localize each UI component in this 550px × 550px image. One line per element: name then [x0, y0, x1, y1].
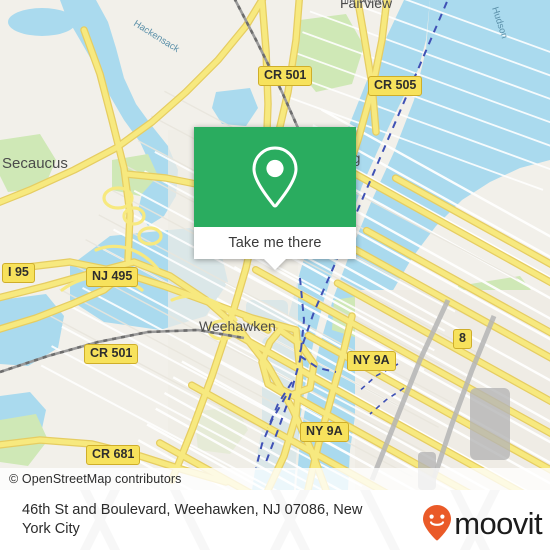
callout-header [194, 127, 356, 227]
map-pin-icon [252, 146, 298, 208]
moovit-logo[interactable]: moovit [422, 504, 543, 542]
callout-tail [264, 259, 286, 270]
map-share-card: Hackensack Hudson Secaucus Weehawken Fai… [0, 0, 550, 550]
moovit-smiley-pin-icon [423, 505, 452, 541]
address-text: 46th St and Boulevard, Weehawken, NJ 070… [22, 502, 363, 537]
callout-cta[interactable]: Take me there [194, 227, 356, 259]
footer-bar: 46th St and Boulevard, Weehawken, NJ 070… [0, 490, 550, 550]
brand-name: moovit [454, 505, 542, 541]
svg-text:lin New: lin New [344, 0, 382, 6]
svg-text:Weehawken: Weehawken [199, 318, 276, 334]
osm-attribution-text[interactable]: © OpenStreetMap contributors [0, 472, 182, 486]
osm-attribution-bar: © OpenStreetMap contributors [0, 468, 550, 490]
svg-text:Secaucus: Secaucus [2, 155, 68, 172]
callout-cta-label: Take me there [228, 235, 322, 251]
map-callout[interactable]: Take me there [194, 127, 356, 270]
